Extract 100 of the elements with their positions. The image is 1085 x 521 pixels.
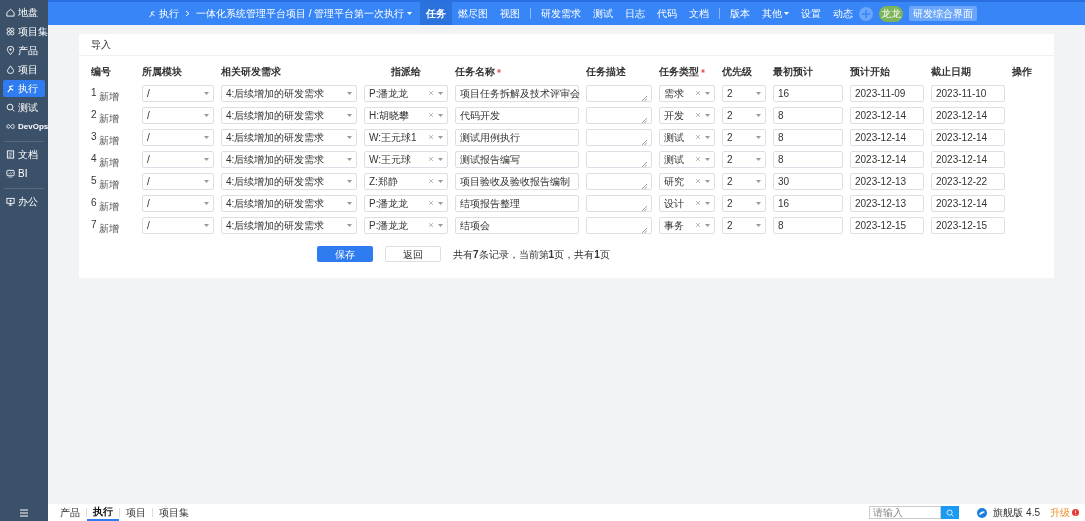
- nav-tab[interactable]: 其他: [756, 2, 796, 25]
- input-field[interactable]: 8: [773, 216, 843, 234]
- select-field[interactable]: 测试: [659, 128, 715, 146]
- bottom-tab[interactable]: 项目: [120, 504, 152, 521]
- input-field[interactable]: 16: [773, 194, 843, 212]
- input-field[interactable]: 2023-11-09: [850, 84, 924, 102]
- select-field[interactable]: 4:后续增加的研发需求: [221, 106, 357, 124]
- input-field[interactable]: 2023-12-14: [931, 150, 1005, 168]
- plus-icon[interactable]: [859, 6, 874, 21]
- select-field[interactable]: H:胡晓攀: [364, 106, 448, 124]
- select-field[interactable]: 2: [722, 216, 766, 234]
- save-button[interactable]: 保存: [317, 246, 373, 262]
- select-field[interactable]: P:潘龙龙: [364, 194, 448, 212]
- select-field[interactable]: 4:后续增加的研发需求: [221, 216, 357, 234]
- select-field[interactable]: 4:后续增加的研发需求: [221, 150, 357, 168]
- sidebar-item[interactable]: 执行: [3, 80, 45, 97]
- select-field[interactable]: 事务: [659, 216, 715, 234]
- input-field[interactable]: 8: [773, 128, 843, 146]
- text-area[interactable]: [586, 106, 652, 124]
- select-field[interactable]: 2: [722, 106, 766, 124]
- select-field[interactable]: /: [142, 150, 214, 168]
- select-field[interactable]: /: [142, 216, 214, 234]
- input-field[interactable]: 2023-12-14: [850, 150, 924, 168]
- select-field[interactable]: 4:后续增加的研发需求: [221, 194, 357, 212]
- breadcrumb-link[interactable]: 执行: [148, 6, 179, 21]
- select-field[interactable]: 4:后续增加的研发需求: [221, 172, 357, 190]
- input-field[interactable]: 项目任务拆解及技术评审会: [455, 84, 579, 102]
- nav-tab[interactable]: 动态: [827, 2, 860, 25]
- input-field[interactable]: 2023-12-13: [850, 172, 924, 190]
- select-field[interactable]: W:王元球1: [364, 128, 448, 146]
- input-field[interactable]: 2023-12-15: [931, 216, 1005, 234]
- input-field[interactable]: 8: [773, 106, 843, 124]
- input-field[interactable]: 2023-12-15: [850, 216, 924, 234]
- select-field[interactable]: /: [142, 172, 214, 190]
- input-field[interactable]: 2023-12-14: [931, 106, 1005, 124]
- input-field[interactable]: 结项报告整理: [455, 194, 579, 212]
- nav-tab[interactable]: 版本: [724, 2, 757, 25]
- select-field[interactable]: 需求: [659, 84, 715, 102]
- input-field[interactable]: 8: [773, 150, 843, 168]
- search-field[interactable]: 请输入: [869, 506, 942, 519]
- bottom-tab[interactable]: 项目集: [153, 504, 195, 521]
- bottom-tab[interactable]: 产品: [54, 504, 86, 521]
- input-field[interactable]: 2023-12-13: [850, 194, 924, 212]
- input-field[interactable]: 测试用例执行: [455, 128, 579, 146]
- sidebar-item[interactable]: 办公: [3, 193, 45, 210]
- input-field[interactable]: 16: [773, 84, 843, 102]
- select-field[interactable]: 4:后续增加的研发需求: [221, 84, 357, 102]
- select-field[interactable]: 2: [722, 172, 766, 190]
- input-field[interactable]: 2023-12-14: [931, 194, 1005, 212]
- text-area[interactable]: [586, 194, 652, 212]
- sidebar-item[interactable]: 地盘: [3, 4, 45, 21]
- input-field[interactable]: 2023-12-14: [850, 106, 924, 124]
- select-field[interactable]: P:潘龙龙: [364, 84, 448, 102]
- select-field[interactable]: 2: [722, 84, 766, 102]
- input-field[interactable]: 2023-12-14: [850, 128, 924, 146]
- select-field[interactable]: /: [142, 106, 214, 124]
- sidebar-item[interactable]: 产品: [3, 42, 45, 59]
- nav-tab[interactable]: 研发需求: [535, 2, 588, 25]
- select-field[interactable]: P:潘龙龙: [364, 216, 448, 234]
- back-button[interactable]: 返回: [385, 246, 441, 262]
- nav-tab[interactable]: 日志: [619, 2, 652, 25]
- input-field[interactable]: 30: [773, 172, 843, 190]
- text-area[interactable]: [586, 216, 652, 234]
- select-field[interactable]: /: [142, 128, 214, 146]
- input-field[interactable]: 结项会: [455, 216, 579, 234]
- menu-icon[interactable]: [19, 508, 29, 517]
- text-area[interactable]: [586, 84, 652, 102]
- select-field[interactable]: 测试: [659, 150, 715, 168]
- sidebar-item[interactable]: BI: [3, 165, 45, 182]
- select-field[interactable]: /: [142, 194, 214, 212]
- select-field[interactable]: Z:郑静: [364, 172, 448, 190]
- select-field[interactable]: 开发: [659, 106, 715, 124]
- text-area[interactable]: [586, 150, 652, 168]
- nav-tab[interactable]: 燃尽图: [452, 2, 495, 25]
- sidebar-item[interactable]: 文档: [3, 146, 45, 163]
- input-field[interactable]: 测试报告编写: [455, 150, 579, 168]
- nav-tab[interactable]: 设置: [795, 2, 828, 25]
- nav-tab[interactable]: 文档: [683, 2, 716, 25]
- select-field[interactable]: 研究: [659, 172, 715, 190]
- text-area[interactable]: [586, 128, 652, 146]
- input-field[interactable]: 代码开发: [455, 106, 579, 124]
- select-field[interactable]: 2: [722, 150, 766, 168]
- input-field[interactable]: 项目验收及验收报告编制: [455, 172, 579, 190]
- nav-tab[interactable]: 代码: [651, 2, 684, 25]
- input-field[interactable]: 2023-12-22: [931, 172, 1005, 190]
- breadcrumb-link[interactable]: 一体化系统管理平台项目 / 管理平台第一次执行: [196, 6, 413, 21]
- input-field[interactable]: 2023-12-14: [931, 128, 1005, 146]
- input-field[interactable]: 2023-11-10: [931, 84, 1005, 102]
- select-field[interactable]: 4:后续增加的研发需求: [221, 128, 357, 146]
- text-area[interactable]: [586, 172, 652, 190]
- select-field[interactable]: 设计: [659, 194, 715, 212]
- sidebar-item[interactable]: 项目: [3, 61, 45, 78]
- search-button[interactable]: [941, 506, 960, 519]
- select-field[interactable]: 2: [722, 194, 766, 212]
- select-field[interactable]: /: [142, 84, 214, 102]
- sidebar-item[interactable]: 测试: [3, 99, 45, 116]
- nav-tab[interactable]: 视图: [494, 2, 527, 25]
- nav-tab[interactable]: 任务: [420, 2, 453, 25]
- select-field[interactable]: 2: [722, 128, 766, 146]
- select-field[interactable]: W:王元球: [364, 150, 448, 168]
